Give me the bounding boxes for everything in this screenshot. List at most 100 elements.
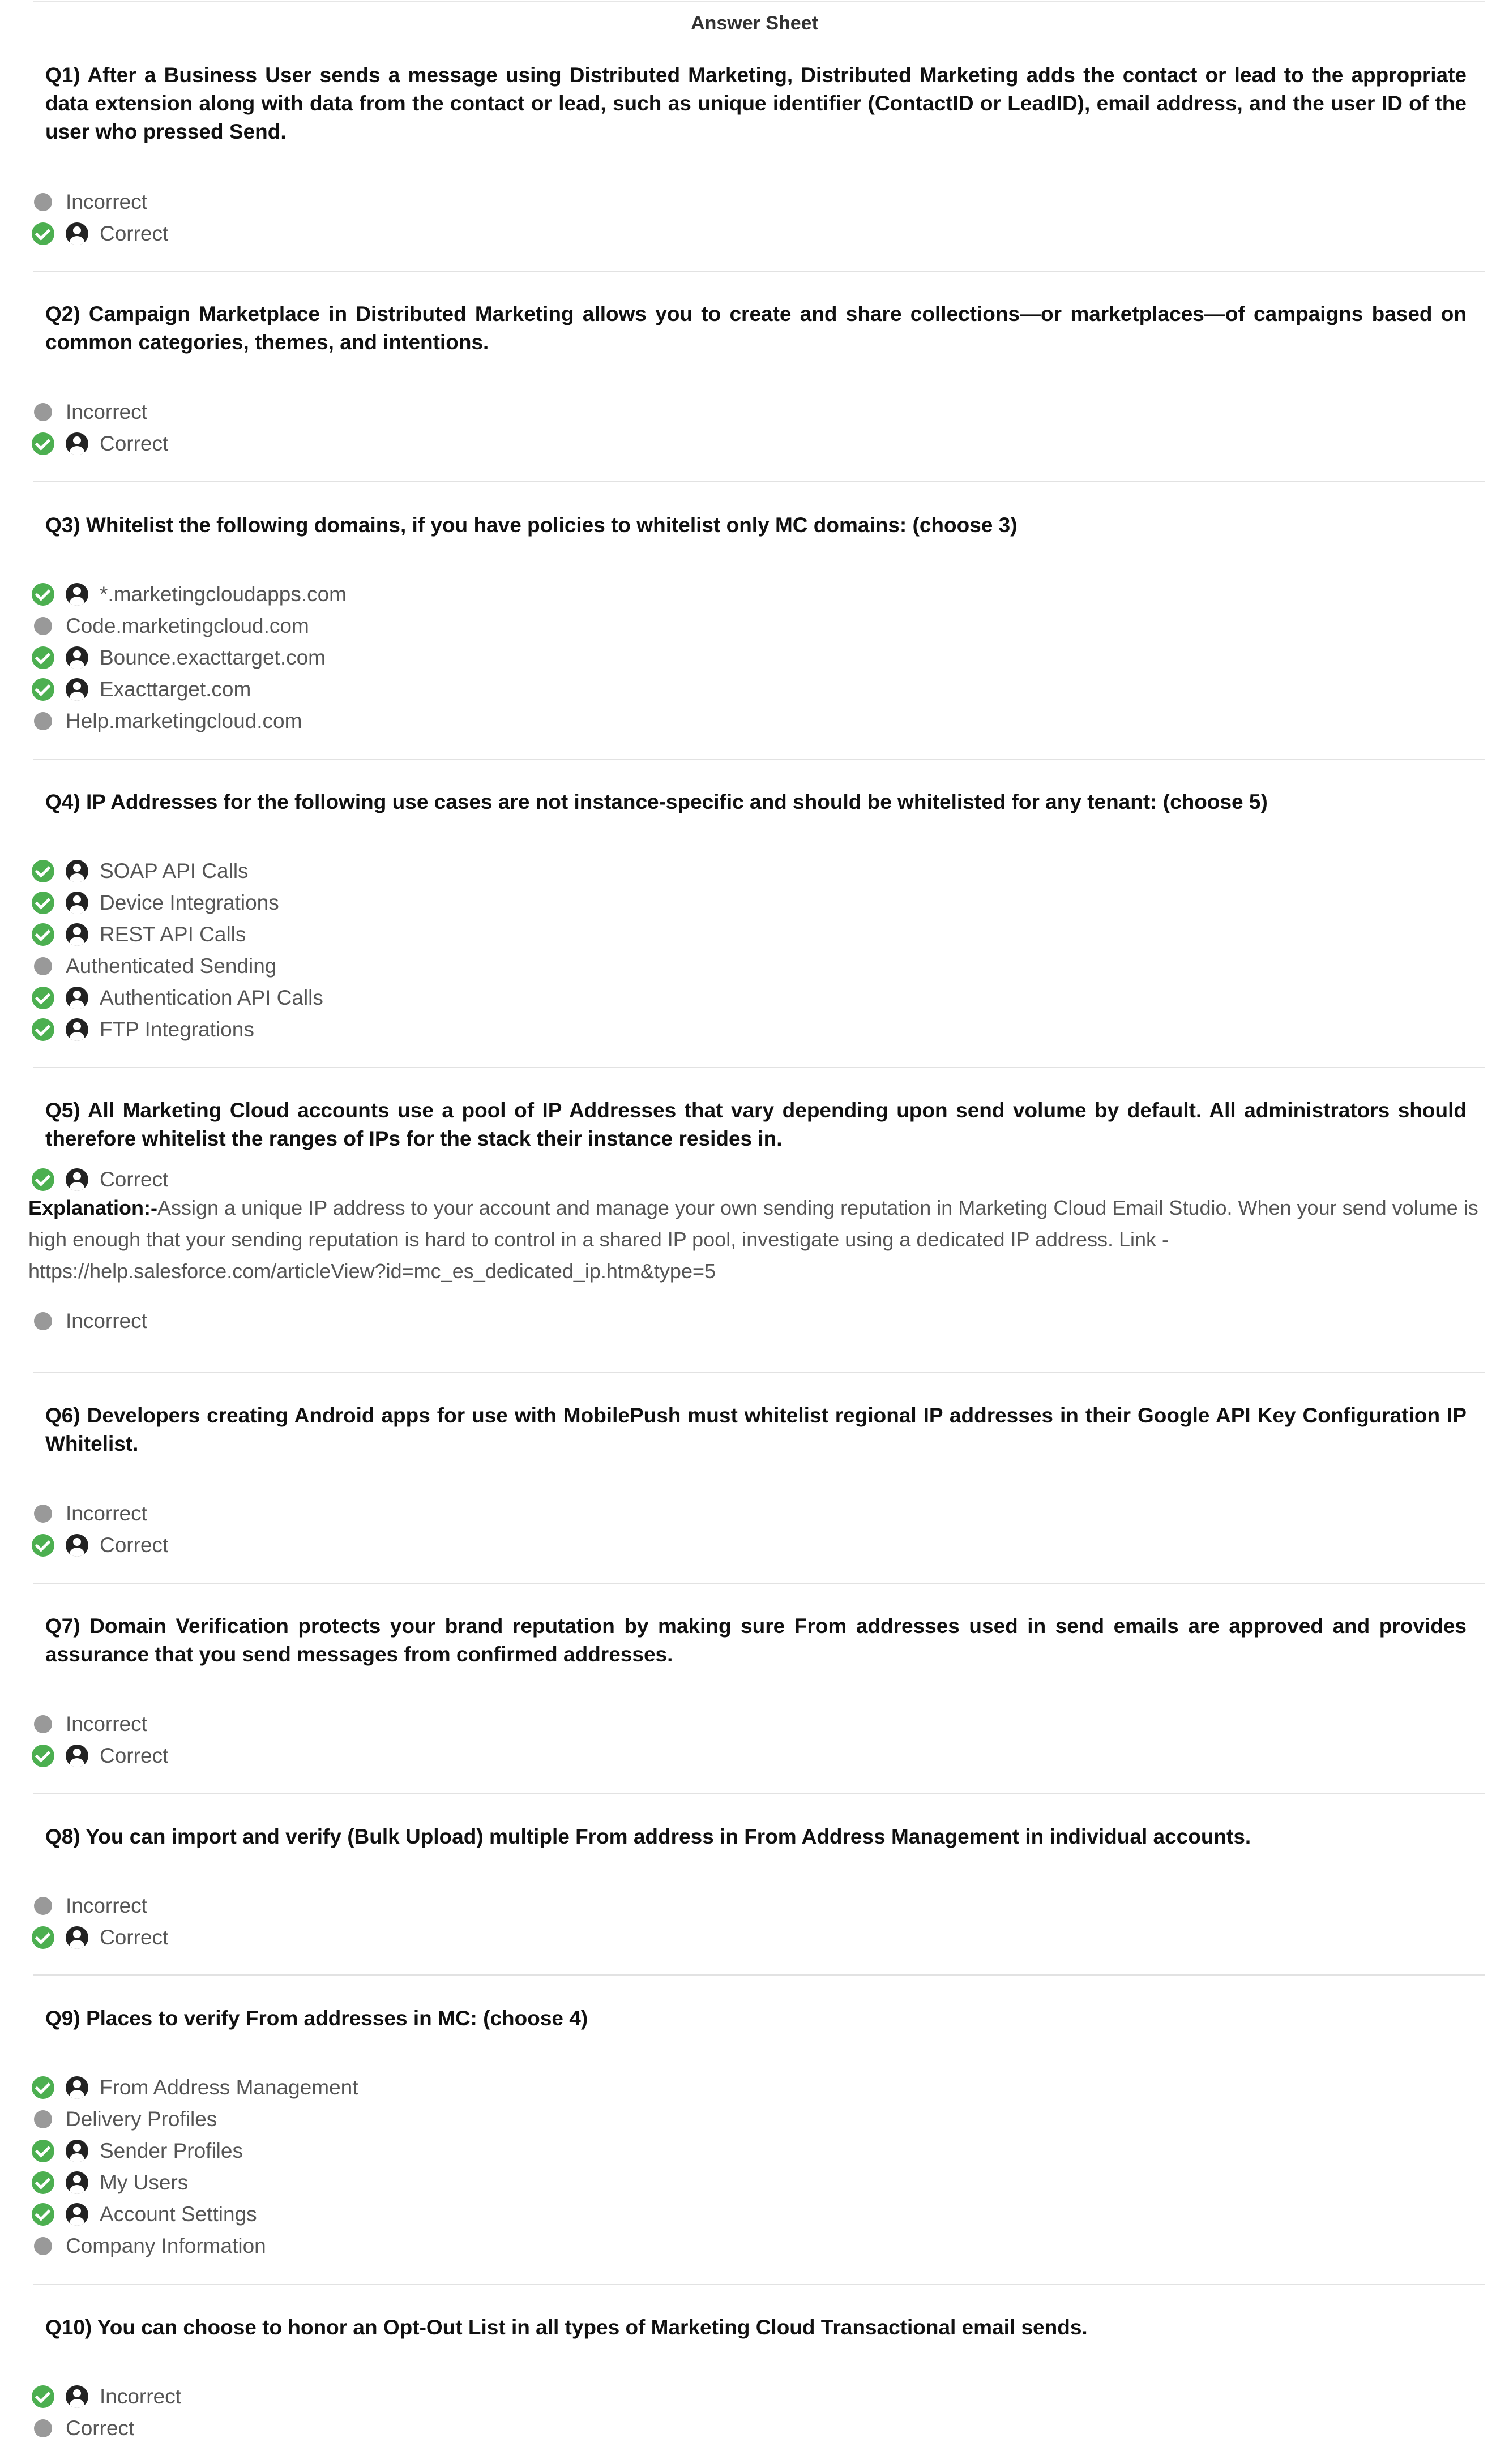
question-divider [33, 2284, 1485, 2285]
user-selected-icon [66, 892, 88, 914]
answer-option: Correct [32, 1740, 168, 1772]
check-circle-icon [32, 1534, 54, 1557]
answer-option: Device Integrations [32, 887, 279, 919]
check-circle-icon [32, 583, 54, 606]
question-text: Q7) Domain Verification protects your br… [45, 1614, 1467, 1666]
answer-option-label: *.marketingcloudapps.com [100, 582, 347, 606]
answer-option-label: Sender Profiles [100, 2139, 243, 2162]
answer-option-label: Authentication API Calls [100, 986, 323, 1009]
question-5: Q5) All Marketing Cloud accounts use a p… [28, 1096, 1485, 1153]
user-selected-icon [66, 432, 88, 455]
question-9: Q9) Places to verify From addresses in M… [28, 2004, 1485, 2033]
answer-option: Help.marketingcloud.com [32, 705, 302, 737]
answer-option-label: Correct [100, 1168, 169, 1191]
check-circle-icon [32, 987, 54, 1009]
answer-option-label: Authenticated Sending [66, 954, 277, 978]
neutral-dot-icon [34, 2110, 52, 2128]
user-selected-icon [66, 1926, 88, 1949]
answer-option: Correct [32, 1164, 168, 1195]
question-3: Q3) Whitelist the following domains, if … [28, 511, 1485, 539]
user-selected-icon [66, 1534, 88, 1557]
answer-option-label: SOAP API Calls [100, 859, 249, 882]
check-circle-icon [32, 1926, 54, 1949]
question-divider [33, 271, 1485, 272]
question-4: Q4) IP Addresses for the following use c… [28, 788, 1485, 816]
neutral-dot-icon [34, 957, 52, 975]
answer-option-label: Correct [100, 222, 169, 245]
neutral-dot-icon [34, 1505, 52, 1523]
question-text: Q10) You can choose to honor an Opt-Out … [45, 2316, 1088, 2339]
check-circle-icon [32, 678, 54, 701]
neutral-dot-icon [34, 1312, 52, 1330]
neutral-dot-icon [34, 193, 52, 211]
answer-option-label: REST API Calls [100, 923, 246, 946]
answer-option-label: FTP Integrations [100, 1018, 254, 1041]
user-selected-icon [66, 2385, 88, 2408]
check-circle-icon [32, 1168, 54, 1191]
user-selected-icon [66, 987, 88, 1009]
user-selected-icon [66, 2140, 88, 2162]
question-divider [33, 1372, 1485, 1373]
check-circle-icon [32, 923, 54, 946]
answer-option-label: Account Settings [100, 2202, 257, 2226]
answer-option-label: Incorrect [66, 1309, 147, 1332]
question-text: Q3) Whitelist the following domains, if … [45, 513, 1018, 537]
answer-option-label: Bounce.exacttarget.com [100, 646, 326, 669]
question-10: Q10) You can choose to honor an Opt-Out … [28, 2313, 1485, 2342]
check-circle-icon [32, 1018, 54, 1041]
top-divider [33, 1, 1485, 2]
answer-option-label: Incorrect [66, 190, 147, 213]
answer-option-label: Incorrect [66, 1502, 147, 1525]
question-text: Q1) After a Business User sends a messag… [45, 63, 1467, 143]
neutral-dot-icon [34, 1897, 52, 1915]
answer-option: Incorrect [32, 1890, 147, 1922]
user-selected-icon [66, 222, 88, 245]
question-text: Q4) IP Addresses for the following use c… [45, 790, 1268, 813]
user-selected-icon [66, 1018, 88, 1041]
question-divider [33, 481, 1485, 482]
question-divider [33, 759, 1485, 760]
check-circle-icon [32, 432, 54, 455]
neutral-dot-icon [34, 403, 52, 421]
explanation-text: Assign a unique IP address to your accou… [28, 1196, 1478, 1283]
answer-option-label: Incorrect [100, 2385, 181, 2408]
answer-option: From Address Management [32, 2072, 358, 2103]
question-1: Q1) After a Business User sends a messag… [28, 61, 1485, 146]
user-selected-icon [66, 646, 88, 669]
answer-option: SOAP API Calls [32, 855, 249, 887]
user-selected-icon [66, 678, 88, 701]
answer-option: Exacttarget.com [32, 674, 251, 705]
answer-option-label: Code.marketingcloud.com [66, 614, 309, 637]
answer-option: Account Settings [32, 2199, 257, 2230]
user-selected-icon [66, 923, 88, 946]
check-circle-icon [32, 2076, 54, 2099]
neutral-dot-icon [34, 712, 52, 730]
answer-option-label: Correct [100, 432, 169, 455]
question-divider [33, 1793, 1485, 1794]
answer-option: REST API Calls [32, 919, 246, 950]
user-selected-icon [66, 1168, 88, 1191]
answer-option-label: Help.marketingcloud.com [66, 709, 302, 732]
neutral-dot-icon [34, 617, 52, 635]
answer-sheet: Answer Sheet Q1) After a Business User s… [0, 0, 1509, 2464]
answer-option: My Users [32, 2167, 188, 2199]
question-divider [33, 1974, 1485, 1976]
answer-option: Correct [32, 1529, 168, 1561]
answer-option: FTP Integrations [32, 1014, 254, 1045]
check-circle-icon [32, 892, 54, 914]
user-selected-icon [66, 2203, 88, 2226]
question-divider [33, 1067, 1485, 1068]
check-circle-icon [32, 1745, 54, 1767]
user-selected-icon [66, 2076, 88, 2099]
answer-option-label: Correct [100, 1744, 169, 1767]
answer-option: Incorrect [32, 2381, 181, 2412]
question-text: Q2) Campaign Marketplace in Distributed … [45, 302, 1467, 354]
check-circle-icon [32, 2385, 54, 2408]
answer-option: Bounce.exacttarget.com [32, 642, 326, 674]
check-circle-icon [32, 2140, 54, 2162]
check-circle-icon [32, 2171, 54, 2194]
page-title: Answer Sheet [691, 12, 818, 34]
answer-option: Correct [32, 428, 168, 460]
answer-option: Correct [32, 218, 168, 250]
question-text: Q9) Places to verify From addresses in M… [45, 2007, 588, 2030]
